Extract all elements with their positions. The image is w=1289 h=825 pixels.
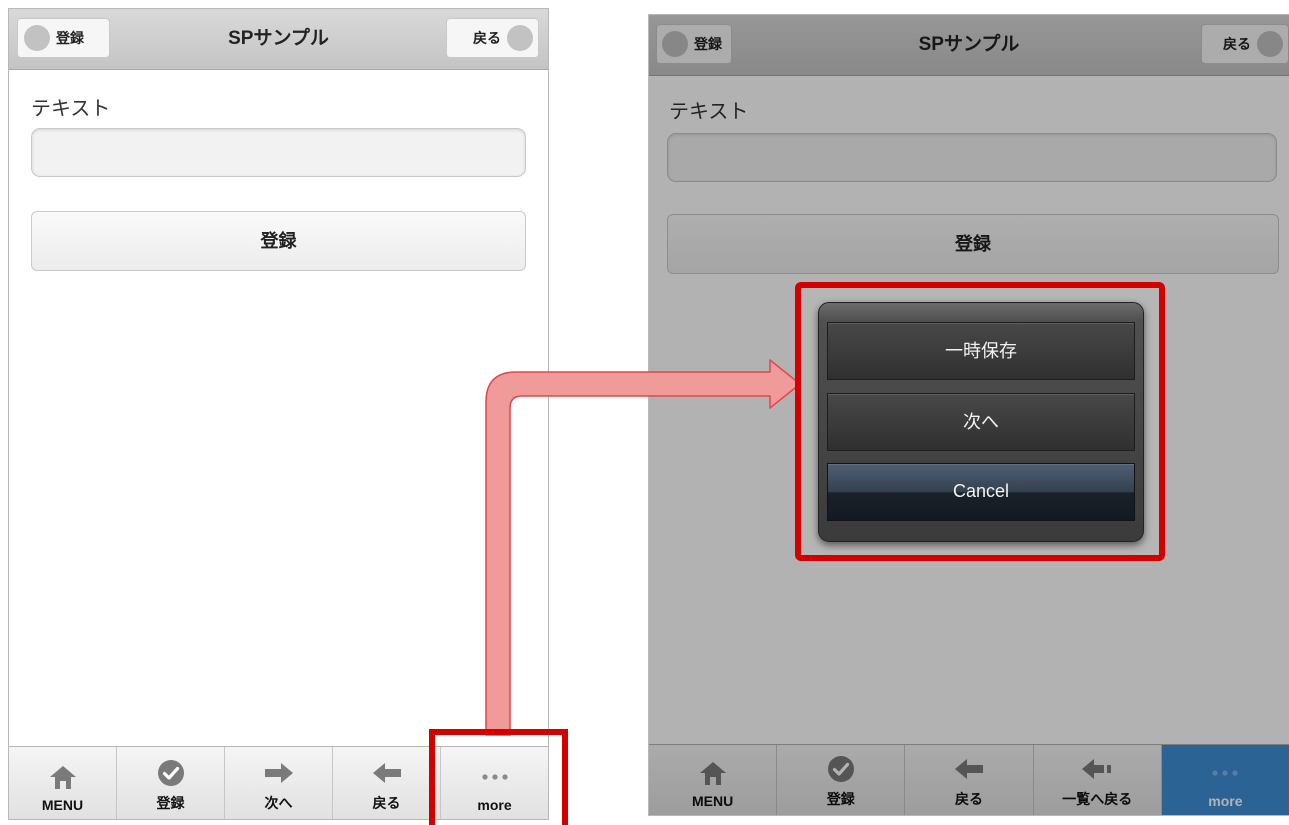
arrow-right-icon [263,758,295,788]
header-back-label: 戻る [473,30,501,46]
header-bar: 登録 SPサンプル 戻る [9,9,548,70]
tab-menu-label: MENU [41,797,84,813]
cancel-button[interactable]: Cancel [827,463,1135,521]
temp-save-button[interactable]: 一時保存 [827,322,1135,380]
text-input[interactable] [31,128,526,177]
tab-next-label: 次へ [264,795,293,811]
home-icon [48,762,78,792]
header-back-button[interactable]: 戻る [446,18,539,58]
text-field-label: テキスト [31,98,111,120]
action-sheet: 一時保存 次へ Cancel [818,302,1144,542]
arrow-left-icon [371,758,403,788]
register-button[interactable]: 登録 [31,211,526,271]
left-screen: 登録 SPサンプル 戻る テキスト 登録 MENU 登録 次へ 戻る more [8,8,549,820]
back-circle-icon [507,25,533,51]
check-circle-icon [157,758,185,788]
next-button[interactable]: 次へ [827,393,1135,451]
tab-register[interactable]: 登録 [117,747,225,819]
more-tab-highlight [429,729,568,825]
tab-menu[interactable]: MENU [9,747,117,819]
tab-next[interactable]: 次へ [225,747,333,819]
tab-register-label: 登録 [156,795,185,811]
tab-back[interactable]: 戻る [333,747,441,819]
tab-back-label: 戻る [372,795,401,811]
